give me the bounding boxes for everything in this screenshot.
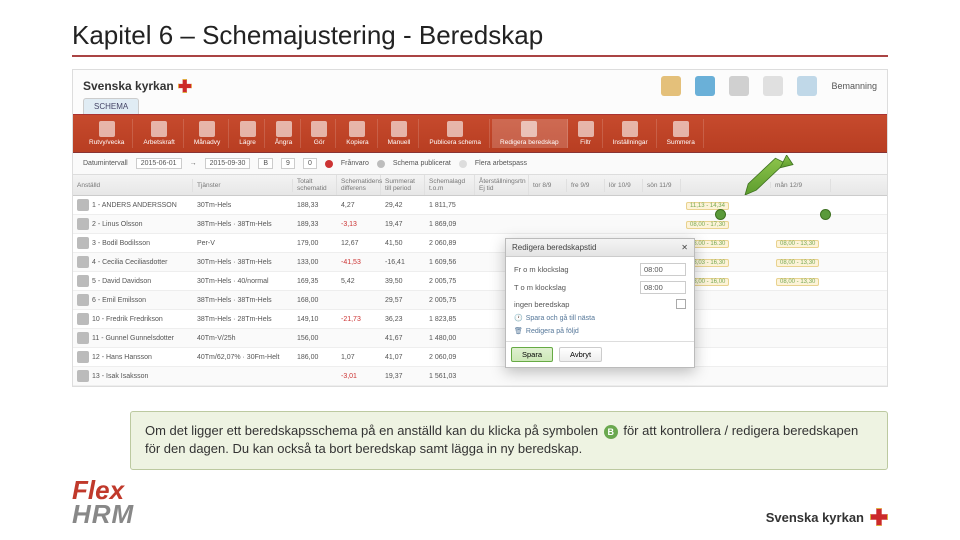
table-row[interactable]: 11 - Gunnel Gunnelsdotter40Tm-V/25h156,0… <box>73 329 887 348</box>
svenska-kyrkan-logo: Svenska kyrkan <box>766 508 888 526</box>
dot-lt-icon <box>459 160 467 168</box>
ribbon-redigera-beredskap[interactable]: Redigera beredskap <box>492 119 568 148</box>
cross-icon <box>870 508 888 526</box>
filter-label: Datumintervall <box>83 160 128 167</box>
avatar-icon <box>77 294 89 306</box>
avatar-icon <box>77 256 89 268</box>
list-icon[interactable] <box>729 76 749 96</box>
annotation-arrow-icon <box>730 155 800 195</box>
ribbon-gör[interactable]: Gör <box>303 119 336 148</box>
link-next[interactable]: Spara och gå till nästa <box>526 315 595 322</box>
ribbon-kopiera[interactable]: Kopiera <box>338 119 377 148</box>
dot-red-icon <box>325 160 333 168</box>
page-title: Kapitel 6 – Schemajustering - Beredskap <box>72 20 888 57</box>
filter-0[interactable]: 0 <box>303 158 317 169</box>
settings-icon[interactable] <box>797 76 817 96</box>
ribbon-månadvy[interactable]: Månadvy <box>186 119 229 148</box>
header-nav: Bemanning <box>661 76 877 96</box>
save-button[interactable]: Spara <box>511 347 553 362</box>
ribbon-publicera-schema[interactable]: Publicera schema <box>421 119 490 148</box>
avatar-icon <box>77 313 89 325</box>
ribbon-lägre[interactable]: Lägre <box>231 119 265 148</box>
cancel-button[interactable]: Avbryt <box>559 347 602 362</box>
ribbon-rutvy/vecka[interactable]: Rutvy/vecka <box>81 119 133 148</box>
table-row[interactable]: 2 - Linus Olsson38Tm-Hels · 38Tm-Hels189… <box>73 215 887 234</box>
edit-beredskap-dialog: Redigera beredskapstid ✕ Fr o m klocksla… <box>505 238 695 368</box>
avatar-icon <box>77 370 89 382</box>
ribbon-arbetskraft[interactable]: Arbetskraft <box>135 119 183 148</box>
close-icon[interactable]: ✕ <box>681 243 688 252</box>
link-series[interactable]: Redigera på följd <box>526 328 579 335</box>
avatar-icon <box>77 275 89 287</box>
no-beredskap-checkbox[interactable] <box>676 299 686 309</box>
filter-b[interactable]: B <box>258 158 273 169</box>
ribbon-inställningar[interactable]: Inställningar <box>605 119 657 148</box>
beredskap-pill-left-icon[interactable] <box>715 209 726 220</box>
ribbon: Rutvy/veckaArbetskraftMånadvyLägreÅngraG… <box>73 114 887 153</box>
flex-hrm-logo: FlexHRM <box>72 479 134 526</box>
dialog-title: Redigera beredskapstid <box>512 243 597 252</box>
from-time-input[interactable]: 08:00 <box>640 263 686 276</box>
b-badge-icon: B <box>604 425 618 439</box>
table-row[interactable]: 5 - David Davidson30Tm-Hels · 40/normal1… <box>73 272 887 291</box>
table-row[interactable]: 1 - ANDERS ANDERSSON30Tm-Hels188,334,272… <box>73 196 887 215</box>
to-time-input[interactable]: 08:00 <box>640 281 686 294</box>
globe-icon[interactable] <box>695 76 715 96</box>
home-icon[interactable] <box>661 76 681 96</box>
table-row[interactable]: 6 - Emil Emilsson38Tm-Hels · 38Tm-Hels16… <box>73 291 887 310</box>
avatar-icon <box>77 199 89 211</box>
calendar-icon[interactable] <box>763 76 783 96</box>
beredskap-pill-right-icon[interactable] <box>820 209 831 220</box>
ribbon-ångra[interactable]: Ångra <box>267 119 301 148</box>
nav-bemanning[interactable]: Bemanning <box>831 81 877 91</box>
cross-icon <box>178 79 192 93</box>
avatar-icon <box>77 218 89 230</box>
ribbon-filtr[interactable]: Filtr <box>570 119 603 148</box>
dot-grey-icon <box>377 160 385 168</box>
table-row[interactable]: 3 - Bodil BodilssonPer-V179,0012,6741,50… <box>73 234 887 253</box>
clock-icon: 🕐 <box>514 314 523 322</box>
avatar-icon <box>77 237 89 249</box>
ribbon-summera[interactable]: Summera <box>659 119 704 148</box>
table-row[interactable]: 12 - Hans Hansson40Tm/62,07% · 30Fm-Helt… <box>73 348 887 367</box>
date-to-input[interactable]: 2015-09-30 <box>205 158 251 169</box>
app-brand: Svenska kyrkan <box>83 79 192 93</box>
date-from-input[interactable]: 2015-06-01 <box>136 158 182 169</box>
trash-icon: 🗑 <box>514 327 523 335</box>
avatar-icon <box>77 351 89 363</box>
avatar-icon <box>77 332 89 344</box>
app-screenshot: Svenska kyrkan Bemanning SCHEMA Rutvy/ve… <box>72 69 888 387</box>
table-row[interactable]: 10 - Fredrik Fredrikson38Tm-Hels · 28Tm-… <box>73 310 887 329</box>
filter-9[interactable]: 9 <box>281 158 295 169</box>
tab-schema[interactable]: SCHEMA <box>83 98 139 114</box>
table-row[interactable]: 13 - Isak Isaksson-3,0119,371 561,03 <box>73 367 887 386</box>
ribbon-manuell[interactable]: Manuell <box>380 119 420 148</box>
callout-box: Om det ligger ett beredskapsschema på en… <box>130 411 888 469</box>
table-body: 1 - ANDERS ANDERSSON30Tm-Hels188,334,272… <box>73 196 887 386</box>
table-row[interactable]: 4 - Cecilia Ceciliasdotter30Tm-Hels · 38… <box>73 253 887 272</box>
